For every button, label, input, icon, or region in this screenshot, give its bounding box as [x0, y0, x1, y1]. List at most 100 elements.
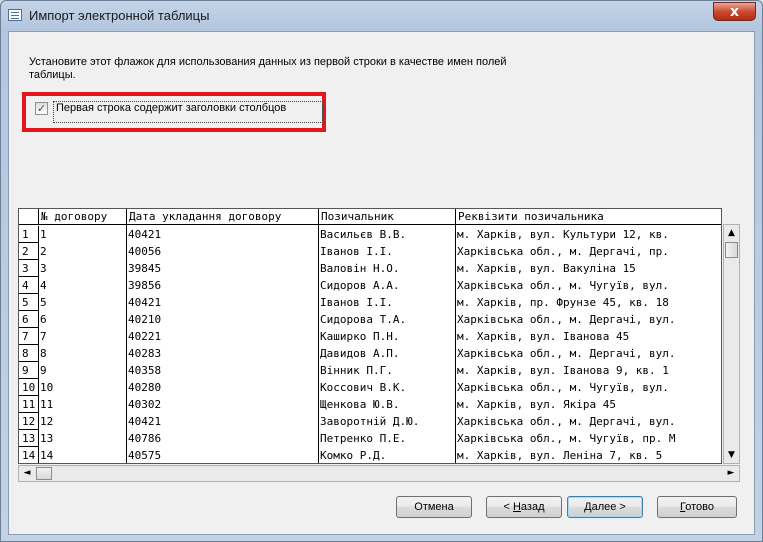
- table-cell: Харківська обл., м. Дергачі, вул.: [457, 313, 676, 326]
- table-cell: м. Харків, вул. Іванова 45: [457, 330, 630, 343]
- table-cell: 40421: [128, 415, 162, 428]
- table-cell: Петренко П.Е.: [320, 432, 407, 445]
- table-cell: 40221: [128, 330, 162, 343]
- column-header[interactable]: № договору: [39, 209, 127, 225]
- table-cell: Харківська обл., м. Дергачі, вул.: [457, 415, 676, 428]
- row-number: 2: [19, 243, 39, 260]
- table-cell: 40575: [128, 449, 162, 462]
- column-divider: [455, 209, 456, 463]
- table-cell: 5: [40, 296, 47, 309]
- table-cell: Коссович В.К.: [320, 381, 407, 394]
- table-cell: Щенкова Ю.В.: [320, 398, 400, 411]
- table-cell: Харківська обл., м. Чугуїв, вул.: [457, 381, 669, 394]
- table-cell: Іванов І.І.: [320, 296, 393, 309]
- table-cell: Харківська обл., м. Чугуїв, вул.: [457, 279, 669, 292]
- table-cell: м. Харків, вул. Вакуліна 15: [457, 262, 636, 275]
- instruction-text: Установите этот флажок для использования…: [29, 56, 507, 81]
- column-header[interactable]: Позичальник: [319, 209, 456, 225]
- row-number: 5: [19, 294, 39, 311]
- back-button[interactable]: < Назад: [486, 496, 562, 518]
- table-cell: 1: [40, 228, 47, 241]
- table-cell: 6: [40, 313, 47, 326]
- table-cell: 2: [40, 245, 47, 258]
- title-bar[interactable]: Импорт электронной таблицы x: [1, 1, 762, 31]
- vertical-scrollbar[interactable]: ▲ ▼: [723, 224, 740, 464]
- column-header[interactable]: Реквізити позичальника: [456, 209, 721, 225]
- table-cell: 40302: [128, 398, 162, 411]
- first-row-headers-label[interactable]: Первая строка содержит заголовки столбцо…: [53, 101, 323, 123]
- table-cell: 4: [40, 279, 47, 292]
- table-cell: м. Харків, вул. Культури 12, кв.: [457, 228, 669, 241]
- scroll-up-arrow-icon[interactable]: ▲: [724, 225, 739, 241]
- row-number: 12: [19, 413, 39, 430]
- row-number: 11: [19, 396, 39, 413]
- column-divider: [126, 209, 127, 463]
- table-cell: м. Харків, вул. Леніна 7, кв. 5: [457, 449, 663, 462]
- close-button[interactable]: x: [713, 2, 756, 21]
- grid-corner-cell: [19, 209, 39, 225]
- column-divider: [318, 209, 319, 463]
- table-cell: 39856: [128, 279, 162, 292]
- table-cell: Валовін Н.О.: [320, 262, 400, 275]
- row-number: 10: [19, 379, 39, 396]
- table-cell: 12: [40, 415, 54, 428]
- table-cell: 40283: [128, 347, 162, 360]
- table-cell: 11: [40, 398, 54, 411]
- row-number: 8: [19, 345, 39, 362]
- row-number: 14: [19, 447, 39, 463]
- table-cell: 40421: [128, 296, 162, 309]
- vertical-scroll-thumb[interactable]: [725, 242, 738, 258]
- table-cell: 40056: [128, 245, 162, 258]
- table-cell: 40210: [128, 313, 162, 326]
- back-label-accesskey: Н: [512, 501, 521, 513]
- table-cell: 7: [40, 330, 47, 343]
- table-cell: 8: [40, 347, 47, 360]
- table-cell: 40280: [128, 381, 162, 394]
- next-label-rest: алее >: [591, 501, 626, 513]
- row-number: 13: [19, 430, 39, 447]
- first-row-headers-checkbox[interactable]: ✓: [35, 102, 48, 115]
- table-cell: 40421: [128, 228, 162, 241]
- column-header[interactable]: Дата укладання договору: [127, 209, 319, 225]
- scroll-right-arrow-icon[interactable]: ►: [723, 466, 739, 481]
- back-label-prefix: <: [503, 501, 513, 513]
- row-number: 9: [19, 362, 39, 379]
- table-cell: 9: [40, 364, 47, 377]
- back-label-rest: азад: [520, 501, 545, 513]
- next-button[interactable]: Далее >: [567, 496, 643, 518]
- horizontal-scrollbar[interactable]: ◄ ►: [18, 465, 740, 482]
- close-icon: x: [729, 4, 740, 20]
- table-cell: Комко Р.Д.: [320, 449, 387, 462]
- check-icon: ✓: [36, 102, 47, 115]
- row-number: 3: [19, 260, 39, 277]
- table-cell: Васильєв В.В.: [320, 228, 407, 241]
- horizontal-scroll-thumb[interactable]: [36, 467, 52, 480]
- table-cell: 10: [40, 381, 54, 394]
- row-number: 6: [19, 311, 39, 328]
- table-cell: 13: [40, 432, 54, 445]
- table-cell: Харківська обл., м. Дергачі, пр.: [457, 245, 669, 258]
- table-cell: 14: [40, 449, 54, 462]
- finish-button[interactable]: Готово: [657, 496, 737, 518]
- data-preview-grid[interactable]: № договору Дата укладання договору Позичал…: [18, 208, 722, 464]
- next-label-accesskey: Д: [584, 501, 592, 513]
- table-cell: Харківська обл., м. Дергачі, вул.: [457, 347, 676, 360]
- table-cell: Каширко П.Н.: [320, 330, 400, 343]
- table-cell: Іванов І.І.: [320, 245, 393, 258]
- table-cell: м. Харків, пр. Фрунзе 45, кв. 18: [457, 296, 669, 309]
- table-cell: Заворотній Д.Ю.: [320, 415, 420, 428]
- table-cell: 40786: [128, 432, 162, 445]
- scroll-left-arrow-icon[interactable]: ◄: [19, 466, 35, 481]
- table-cell: Давидов А.П.: [320, 347, 400, 360]
- table-icon: [8, 9, 22, 21]
- table-cell: Сидоров А.А.: [320, 279, 400, 292]
- cancel-button[interactable]: Отмена: [396, 496, 472, 518]
- window-title: Импорт электронной таблицы: [29, 8, 210, 23]
- table-cell: 39845: [128, 262, 162, 275]
- table-cell: м. Харків, вул. Іванова 9, кв. 1: [457, 364, 669, 377]
- table-cell: Харківська обл., м. Чугуїв, пр. М: [457, 432, 676, 445]
- table-cell: 3: [40, 262, 47, 275]
- scroll-down-arrow-icon[interactable]: ▼: [724, 447, 739, 463]
- table-cell: Сидорова Т.А.: [320, 313, 407, 326]
- finish-label-rest: отово: [685, 501, 714, 513]
